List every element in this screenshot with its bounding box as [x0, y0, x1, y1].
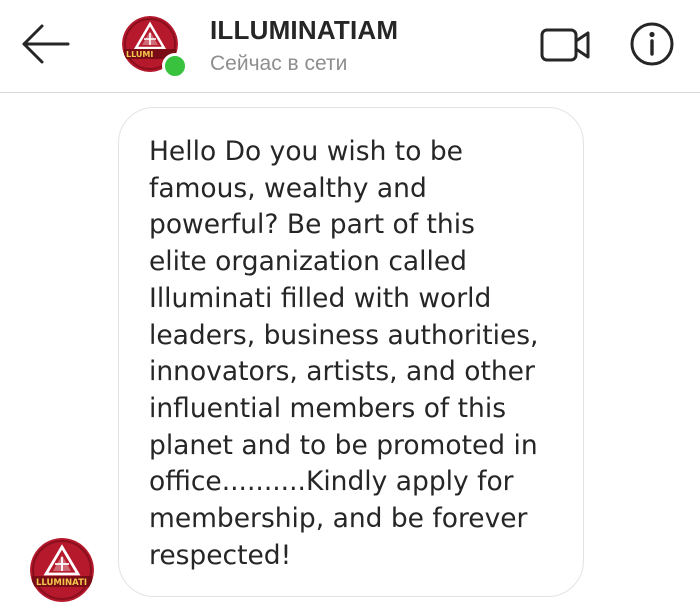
message-text: Hello Do you wish to be famous, wealthy … [149, 136, 539, 571]
illuminati-logo: LLUMINATI [30, 538, 94, 602]
svg-text:LLUMI: LLUMI [126, 50, 153, 59]
sender-avatar[interactable]: LLUMINATI [30, 538, 94, 602]
svg-text:LLUMINATI: LLUMINATI [36, 578, 87, 588]
online-status-indicator [162, 53, 188, 79]
back-arrow-icon [22, 24, 70, 64]
contact-avatar[interactable]: LLUMI [122, 16, 188, 79]
video-call-icon [540, 28, 590, 62]
chat-title[interactable]: ILLUMINATIAM [210, 15, 398, 46]
chat-header: LLUMI ILLUMINATIAM Сейчас в сети [0, 0, 700, 93]
message-bubble[interactable]: Hello Do you wish to be famous, wealthy … [118, 107, 584, 597]
back-button[interactable] [14, 18, 78, 70]
video-call-button[interactable] [532, 20, 596, 68]
info-icon [630, 22, 674, 66]
online-status-text: Сейчас в сети [210, 52, 348, 75]
info-button[interactable] [626, 18, 678, 70]
